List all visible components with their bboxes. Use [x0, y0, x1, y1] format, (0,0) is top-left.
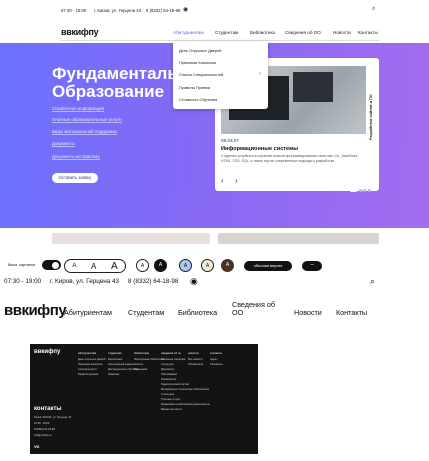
font-small-button[interactable]: A — [72, 263, 76, 269]
vk-icon[interactable]: VK — [34, 444, 40, 449]
font-medium-button[interactable]: A — [91, 262, 96, 271]
hero-link[interactable]: Документы — [52, 141, 75, 147]
chevron-right-icon: › — [259, 71, 261, 77]
dropdown-item[interactable]: Приемная Комиссия — [179, 60, 216, 65]
nav-contacts[interactable]: Контакты — [358, 30, 378, 35]
nav-library[interactable]: Библиотека — [250, 30, 275, 35]
contacts-heading: контакты — [34, 406, 62, 412]
eye-icon[interactable]: ◉ — [183, 6, 188, 13]
hero-link[interactable]: Виды материальной поддержки — [52, 129, 117, 135]
nav-applicants[interactable]: Абитуриентам — [173, 30, 204, 35]
card-title: Информационные системы — [221, 146, 299, 152]
working-hours: 07:30 - 19:00 — [4, 278, 42, 285]
scheme-beige-button[interactable]: A — [201, 259, 214, 272]
eye-icon[interactable]: ◉ — [190, 276, 198, 287]
dropdown-item[interactable]: Список Специальностей — [179, 72, 223, 77]
phone[interactable]: 8 (8332) 64-18-98 — [146, 8, 180, 13]
next-arrow-icon[interactable]: › — [235, 176, 238, 185]
nav-news[interactable]: Новости — [333, 30, 351, 35]
search-icon[interactable]: ⌕ — [372, 6, 375, 13]
main-header: ввкифпу Абитуриентам Студентам Библиотек… — [0, 22, 429, 41]
nav-library[interactable]: Библиотека — [178, 308, 217, 317]
images-toggle[interactable] — [42, 260, 61, 270]
phone[interactable]: 8 (8332) 64-18-98 — [128, 278, 178, 285]
card-side-label: Разработка сайтов и ПО — [369, 94, 373, 140]
dropdown-item[interactable]: Правила Приема — [179, 85, 210, 90]
card-code: 09.03.07 — [221, 138, 239, 143]
news-thumbnail[interactable] — [52, 233, 210, 244]
hero-link[interactable]: Платные образовательные услуги — [52, 117, 122, 123]
scheme-brown-button[interactable]: A — [221, 259, 234, 272]
font-size-group: A A A — [64, 259, 126, 273]
working-hours: 07:30 - 19:00 — [61, 8, 87, 13]
scheme-black-button[interactable]: A — [154, 259, 167, 272]
news-thumbnail[interactable] — [218, 233, 379, 244]
nav-students[interactable]: Студентам — [128, 308, 164, 317]
dropdown-item[interactable]: Стоимость Обучения — [179, 97, 217, 102]
carousel-dots[interactable] — [350, 179, 372, 197]
applicants-dropdown: День Открытых Дверей Приемная Комиссия С… — [173, 41, 268, 109]
hero-link[interactable]: Справочная информация — [52, 106, 104, 112]
top-bar: 07:30 - 19:00 г. Киров, ул. Герцена 43 8… — [0, 0, 429, 22]
font-large-button[interactable]: A — [111, 261, 118, 272]
dropdown-item[interactable]: День Открытых Дверей — [179, 48, 221, 53]
scheme-white-button[interactable]: A — [136, 259, 149, 272]
hero-link[interactable]: Документы на практику — [52, 154, 100, 160]
close-panel-button[interactable]: ‒ — [302, 261, 322, 271]
nav-students[interactable]: Студентам — [215, 30, 238, 35]
nav-about[interactable]: Сведения об ОО — [232, 301, 286, 317]
site-logo[interactable]: ввкифпу — [4, 302, 67, 319]
address[interactable]: г. Киров, ул. Герцена 43 — [94, 8, 141, 13]
images-toggle-label: Выкл. картинки — [8, 263, 35, 267]
footer-logo[interactable]: ввкифпу — [34, 349, 60, 355]
nav-news[interactable]: Новости — [294, 308, 322, 317]
search-icon[interactable]: ⌕ — [370, 276, 375, 287]
site-logo[interactable]: ввкифпу — [61, 27, 99, 37]
address[interactable]: г. Киров, ул. Герцена 43 — [50, 278, 119, 285]
nav-applicants[interactable]: Абитуриентам — [64, 308, 112, 317]
prev-arrow-icon[interactable]: ‹ — [221, 176, 224, 185]
scheme-blue-button[interactable]: A — [179, 259, 192, 272]
footer: ввкифпу абитуриентам День открытых двере… — [30, 344, 258, 454]
normal-version-button[interactable]: обычная версия — [244, 261, 292, 271]
large-font-header: 07:30 - 19:00 г. Киров, ул. Герцена 43 8… — [0, 276, 429, 338]
card-description: Студенты углубятся в изучение языков про… — [221, 154, 359, 163]
leave-request-button[interactable]: Оставить заявку — [52, 173, 98, 183]
accessibility-panel: Выкл. картинки A A A A A A A A обычная в… — [0, 256, 429, 276]
nav-contacts[interactable]: Контакты — [336, 308, 367, 317]
nav-about[interactable]: Сведения об ОО — [285, 30, 321, 35]
